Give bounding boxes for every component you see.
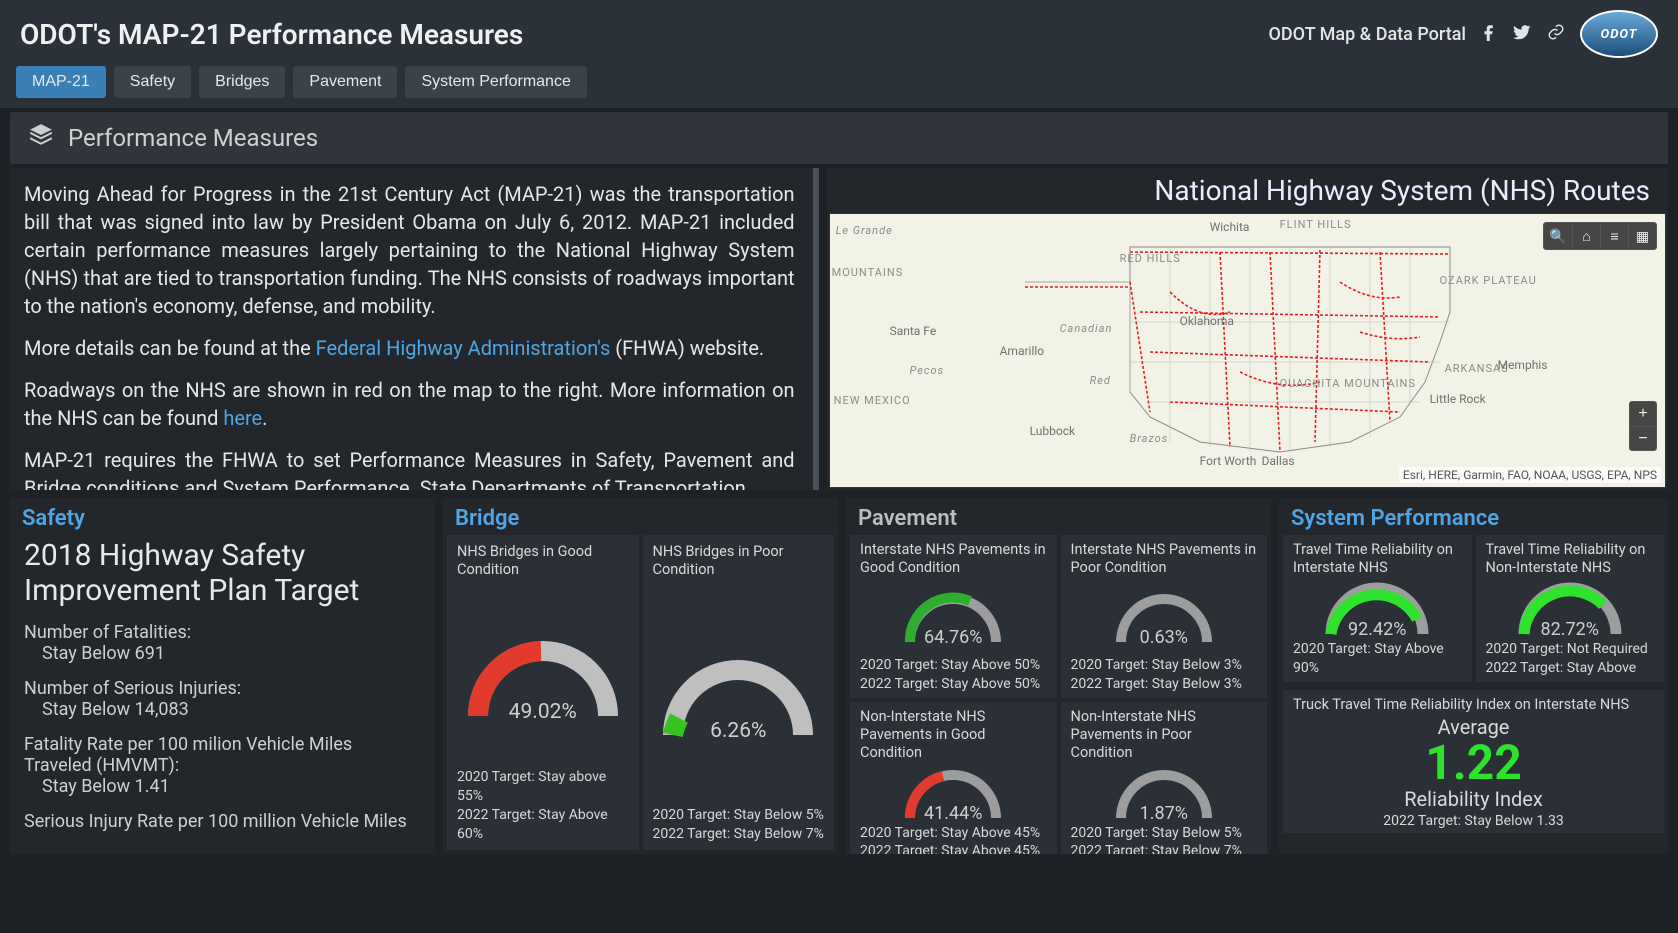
card-sysperf-title[interactable]: System Performance: [1279, 498, 1668, 535]
nhs-here-link[interactable]: here: [223, 406, 262, 430]
map-label: MOUNTAINS: [832, 266, 904, 279]
safety-heading: 2018 Highway Safety Improvement Plan Tar…: [24, 539, 421, 608]
map-label: OUACHITA MOUNTAINS: [1280, 377, 1416, 390]
safety-body: 2018 Highway Safety Improvement Plan Tar…: [10, 535, 435, 850]
sp-truck: Truck Travel Time Reliability Index on I…: [1283, 690, 1664, 833]
fhwa-link[interactable]: Federal Highway Administration's: [316, 336, 611, 360]
map-legend-icon[interactable]: ≡: [1600, 223, 1628, 249]
odot-logo[interactable]: ODOT: [1580, 10, 1658, 58]
map-label: Canadian: [1060, 322, 1113, 335]
map-canvas[interactable]: Wichita FLINT HILLS RED HILLS OZARK PLAT…: [829, 213, 1666, 488]
safety-item: Number of Serious Injuries: Stay Below 1…: [24, 678, 421, 720]
page-title: ODOT's MAP-21 Performance Measures: [20, 18, 523, 51]
tab-system-performance[interactable]: System Performance: [405, 66, 586, 98]
gauge: 82.72%: [1486, 579, 1655, 640]
gauge: 64.76%: [860, 587, 1047, 648]
map-label: Fort Worth: [1200, 454, 1257, 468]
map-label: Pecos: [910, 364, 945, 377]
map-label: Dallas: [1262, 454, 1295, 468]
safety-item: Serious Injury Rate per 100 million Vehi…: [24, 811, 421, 832]
pave-nonint-poor: Non-Interstate NHS Pavements in Poor Con…: [1061, 702, 1268, 854]
card-safety-title[interactable]: Safety: [10, 498, 435, 535]
portal-link[interactable]: ODOT Map & Data Portal: [1268, 24, 1466, 45]
gauge: 49.02%: [457, 626, 629, 724]
facebook-icon[interactable]: [1480, 22, 1498, 46]
map-svg: [1020, 242, 1460, 462]
map-label: RED HILLS: [1120, 252, 1181, 265]
map-attribution: Esri, HERE, Garmin, FAO, NOAA, USGS, EPA…: [1399, 467, 1661, 483]
map-label: Wichita: [1210, 220, 1250, 234]
gauge: 92.42%: [1293, 579, 1462, 640]
sp-interstate: Travel Time Reliability on Interstate NH…: [1283, 535, 1472, 682]
tab-safety[interactable]: Safety: [114, 66, 191, 98]
map-basemap-icon[interactable]: ▦: [1628, 223, 1656, 249]
map-label: FLINT HILLS: [1280, 218, 1352, 231]
intro-p1: Moving Ahead for Progress in the 21st Ce…: [24, 180, 795, 320]
pave-int-good: Interstate NHS Pavements in Good Conditi…: [850, 535, 1057, 698]
truck-index-value: 1.22: [1293, 739, 1654, 787]
map-panel: National Highway System (NHS) Routes Wic…: [827, 168, 1668, 490]
card-bridge-title[interactable]: Bridge: [443, 498, 838, 535]
zoom-in-icon[interactable]: +: [1630, 402, 1656, 426]
map-title: National Highway System (NHS) Routes: [827, 168, 1668, 211]
card-bridge: Bridge NHS Bridges in Good Condition 49.…: [443, 498, 838, 854]
map-label: Lubbock: [1030, 424, 1076, 438]
map-label: Amarillo: [1000, 344, 1045, 358]
tab-bridges[interactable]: Bridges: [199, 66, 285, 98]
section-title: Performance Measures: [68, 124, 318, 152]
bridge-good: NHS Bridges in Good Condition 49.02% 202…: [447, 535, 639, 850]
map-label: Oklahoma: [1180, 314, 1234, 328]
layers-icon: [26, 122, 56, 154]
map-label: Le Grande: [836, 224, 893, 237]
gauge: 1.87%: [1071, 763, 1258, 824]
twitter-icon[interactable]: [1512, 22, 1532, 46]
sp-noninterstate: Travel Time Reliability on Non-Interstat…: [1476, 535, 1665, 682]
map-label: OZARK PLATEAU: [1440, 274, 1537, 287]
link-icon[interactable]: [1546, 22, 1566, 46]
gauge: 0.63%: [1071, 587, 1258, 648]
safety-item: Fatality Rate per 100 milion Vehicle Mil…: [24, 734, 421, 797]
map-home-icon[interactable]: ⌂: [1572, 223, 1600, 249]
tab-pavement[interactable]: Pavement: [293, 66, 397, 98]
gauge: 6.26%: [653, 645, 825, 743]
card-pavement-title[interactable]: Pavement: [846, 498, 1271, 535]
nav-tabs: MAP-21 Safety Bridges Pavement System Pe…: [0, 60, 1678, 108]
zoom-out-icon[interactable]: −: [1630, 426, 1656, 450]
gauge: 41.44%: [860, 763, 1047, 824]
top-right: ODOT Map & Data Portal ODOT: [1268, 10, 1658, 58]
bridge-poor: NHS Bridges in Poor Condition 6.26% 2020…: [643, 535, 835, 850]
card-pavement: Pavement Interstate NHS Pavements in Goo…: [846, 498, 1271, 854]
map-label: Santa Fe: [890, 324, 937, 338]
map-label: Memphis: [1498, 358, 1548, 372]
pave-int-poor: Interstate NHS Pavements in Poor Conditi…: [1061, 535, 1268, 698]
map-toolbar: 🔍 ⌂ ≡ ▦: [1543, 222, 1657, 250]
card-safety: Safety 2018 Highway Safety Improvement P…: [10, 498, 435, 854]
kpi-row: Safety 2018 Highway Safety Improvement P…: [10, 498, 1668, 854]
pave-nonint-good: Non-Interstate NHS Pavements in Good Con…: [850, 702, 1057, 854]
map-label: Red: [1090, 374, 1111, 387]
map-label: Brazos: [1130, 432, 1169, 445]
map-zoom: + −: [1629, 401, 1657, 451]
map-label: Little Rock: [1430, 392, 1486, 406]
card-sysperf: System Performance Travel Time Reliabili…: [1279, 498, 1668, 854]
sysperf-grid: Travel Time Reliability on Interstate NH…: [1279, 535, 1668, 686]
top-bar: ODOT's MAP-21 Performance Measures ODOT …: [0, 0, 1678, 60]
bridge-grid: NHS Bridges in Good Condition 49.02% 202…: [443, 535, 838, 854]
intro-text: Moving Ahead for Progress in the 21st Ce…: [10, 168, 819, 490]
map-search-icon[interactable]: 🔍: [1544, 223, 1572, 249]
intro-p4: MAP-21 requires the FHWA to set Performa…: [24, 446, 795, 490]
tab-map21[interactable]: MAP-21: [16, 66, 106, 98]
intro-row: Moving Ahead for Progress in the 21st Ce…: [10, 168, 1668, 490]
intro-p3: Roadways on the NHS are shown in red on …: [24, 376, 795, 432]
safety-item: Number of Fatalities: Stay Below 691: [24, 622, 421, 664]
map-label: NEW MEXICO: [834, 394, 911, 407]
pavement-grid: Interstate NHS Pavements in Good Conditi…: [846, 535, 1271, 854]
section-header: Performance Measures: [10, 112, 1668, 164]
intro-p2: More details can be found at the Federal…: [24, 334, 795, 362]
